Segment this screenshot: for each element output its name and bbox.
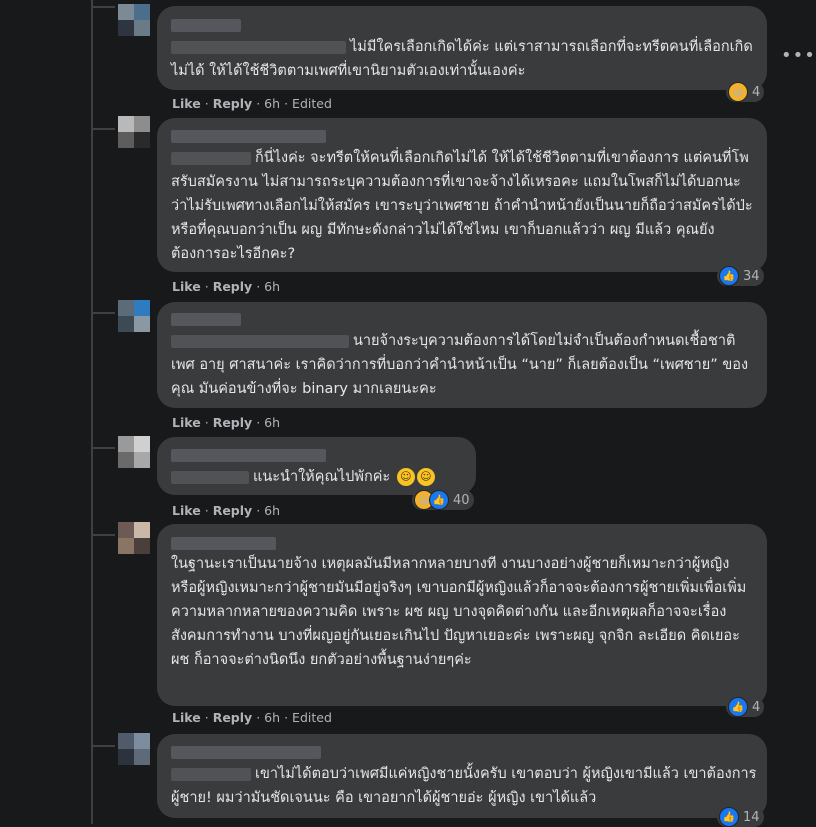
- comment-text: เขาไม่ได้ตอบว่าเพศมีแค่หญิงชายนั้งครับ เ…: [171, 766, 757, 806]
- timestamp[interactable]: 6h: [264, 503, 280, 518]
- reply-link[interactable]: Reply: [213, 96, 252, 111]
- like-reaction-icon: 👍: [728, 697, 748, 717]
- edited-label[interactable]: Edited: [292, 710, 332, 725]
- reaction-count[interactable]: 👍 34: [717, 266, 764, 286]
- like-reaction-icon: 👍: [429, 490, 449, 510]
- comment-meta: Like · Reply · 6h · Edited: [172, 710, 332, 725]
- commenter-name-blurred[interactable]: [171, 130, 326, 143]
- blurred-tag: [171, 151, 251, 165]
- thread-branch: [91, 745, 115, 747]
- comment-meta: Like · Reply · 6h: [172, 503, 281, 518]
- edited-label[interactable]: Edited: [292, 96, 332, 111]
- comment-bubble: ไม่มีใครเลือกเกิดได้ค่ะ แต่เราสามารถเลือ…: [157, 6, 767, 90]
- like-link[interactable]: Like: [172, 96, 201, 111]
- thread-branch: [91, 312, 115, 314]
- thread-branch: [91, 534, 115, 536]
- comment-bubble: ก็นี่ไงค่ะ จะทรีตให้คนที่เลือกเกิดไม่ได้…: [157, 118, 767, 272]
- timestamp[interactable]: 6h: [264, 415, 280, 430]
- reply-link[interactable]: Reply: [213, 503, 252, 518]
- blurred-tag: [171, 334, 349, 348]
- commenter-name-blurred[interactable]: [171, 19, 241, 32]
- timestamp[interactable]: 6h: [264, 96, 280, 111]
- reply-link[interactable]: Reply: [213, 415, 252, 430]
- haha-reaction-icon: 😆: [728, 82, 748, 102]
- reaction-count[interactable]: 😆 4: [726, 82, 765, 102]
- timestamp[interactable]: 6h: [264, 710, 280, 725]
- comment-text: ก็นี่ไงค่ะ จะทรีตให้คนที่เลือกเกิดไม่ได้…: [171, 150, 753, 262]
- comment-bubble: นายจ้างระบุความต้องการได้โดยไม่จำเป็นต้อ…: [157, 302, 767, 408]
- timestamp[interactable]: 6h: [264, 279, 280, 294]
- smiley-emoji-icon: ☺: [416, 468, 435, 486]
- avatar[interactable]: [118, 300, 150, 332]
- smiley-emoji-icon: ☺: [396, 468, 415, 486]
- comment-bubble: แนะนำให้คุณไปพักค่ะ ☺ ☺: [157, 437, 476, 495]
- avatar[interactable]: [118, 733, 150, 765]
- like-link[interactable]: Like: [172, 710, 201, 725]
- comment-text: ในฐานะเราเป็นนายจ้าง เหตุผลมันมีหลากหลาย…: [171, 556, 747, 668]
- commenter-name-blurred[interactable]: [171, 746, 321, 759]
- thread-branch: [91, 128, 115, 130]
- thread-line: [91, 0, 93, 824]
- commenter-name-blurred[interactable]: [171, 537, 276, 550]
- reaction-count[interactable]: 😆 👍 40: [412, 490, 474, 510]
- more-options-icon[interactable]: •••: [781, 45, 816, 66]
- reaction-count[interactable]: 👍 4: [726, 697, 765, 717]
- commenter-name-blurred[interactable]: [171, 449, 326, 462]
- comment-text: นายจ้างระบุความต้องการได้โดยไม่จำเป็นต้อ…: [171, 333, 749, 397]
- blurred-tag: [171, 767, 251, 781]
- comment-text: แนะนำให้คุณไปพักค่ะ ☺ ☺: [171, 465, 466, 489]
- like-link[interactable]: Like: [172, 279, 201, 294]
- commenter-name-blurred[interactable]: [171, 313, 241, 326]
- blurred-tag: [171, 470, 249, 484]
- reaction-count[interactable]: 👍 14: [717, 807, 764, 827]
- like-link[interactable]: Like: [172, 503, 201, 518]
- comment-bubble: เขาไม่ได้ตอบว่าเพศมีแค่หญิงชายนั้งครับ เ…: [157, 734, 767, 818]
- avatar[interactable]: [118, 436, 150, 468]
- avatar[interactable]: [118, 522, 150, 554]
- like-link[interactable]: Like: [172, 415, 201, 430]
- avatar[interactable]: [118, 116, 150, 148]
- like-reaction-icon: 👍: [719, 807, 739, 827]
- comment-meta: Like · Reply · 6h · Edited: [172, 96, 332, 111]
- comment-meta: Like · Reply · 6h: [172, 415, 281, 430]
- thread-branch: [91, 447, 115, 449]
- comment-text: ไม่มีใครเลือกเกิดได้ค่ะ แต่เราสามารถเลือ…: [171, 39, 753, 79]
- reply-link[interactable]: Reply: [213, 710, 252, 725]
- comment-bubble: ในฐานะเราเป็นนายจ้าง เหตุผลมันมีหลากหลาย…: [157, 524, 767, 706]
- blurred-tag: [171, 40, 346, 54]
- avatar[interactable]: [118, 4, 150, 36]
- comment-meta: Like · Reply · 6h: [172, 279, 281, 294]
- reply-link[interactable]: Reply: [213, 279, 252, 294]
- like-reaction-icon: 👍: [719, 266, 739, 286]
- thread-line-top: [91, 6, 115, 8]
